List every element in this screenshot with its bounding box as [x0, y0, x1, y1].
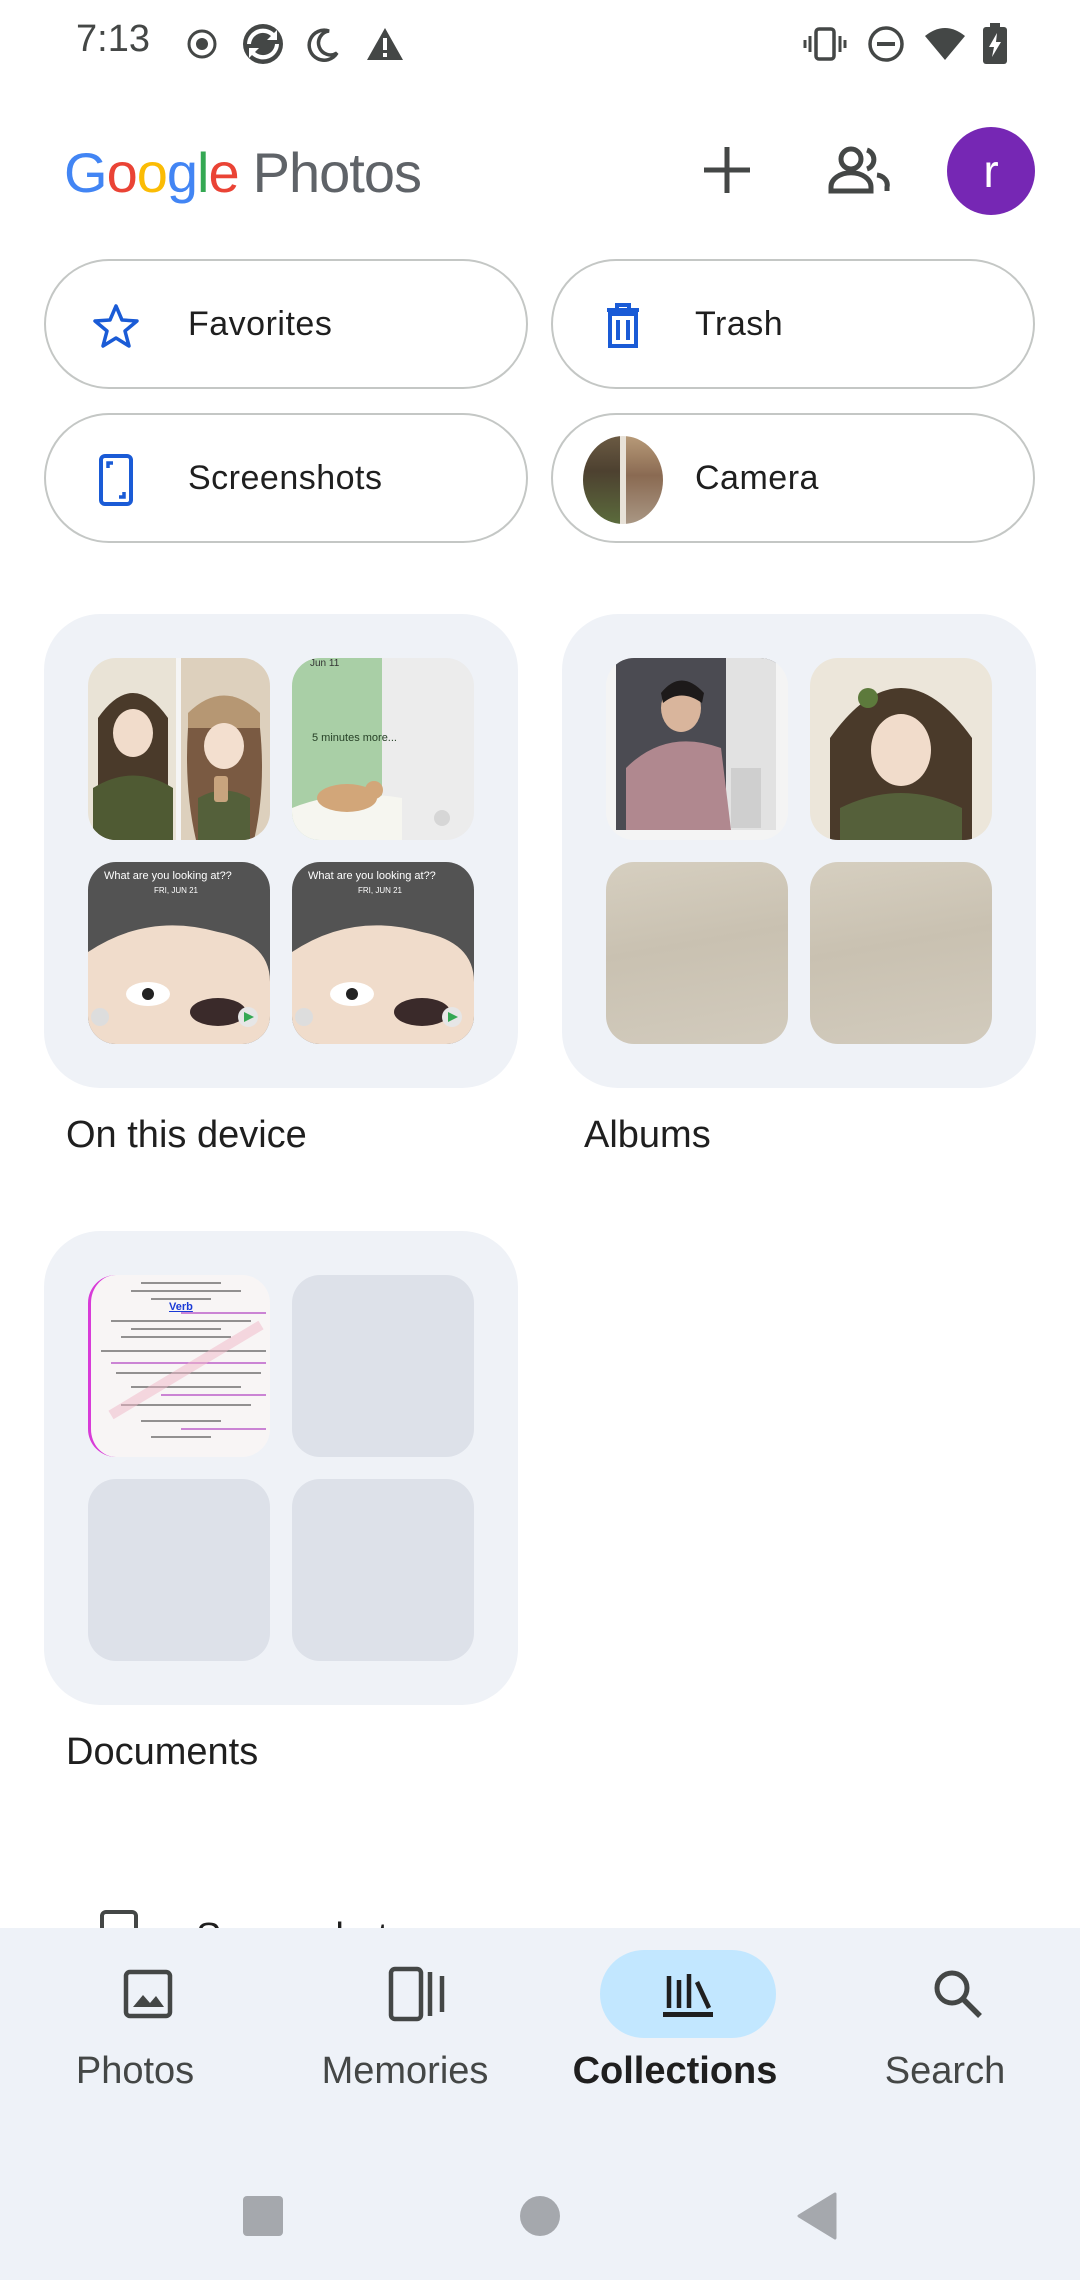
thumbnail-placeholder — [292, 1479, 474, 1661]
battery-charging-icon — [980, 22, 1010, 66]
app-header: Google Photos r — [0, 120, 1080, 220]
date-label: Jun 11 — [310, 658, 340, 669]
camera-thumbnail — [583, 436, 663, 524]
nav-memories[interactable]: Memories — [270, 1928, 540, 2118]
chip-label: Favorites — [188, 305, 333, 343]
google-photos-logo: Google Photos — [64, 140, 422, 205]
chip-label: Trash — [695, 305, 784, 343]
recents-button[interactable] — [223, 2180, 303, 2252]
memories-icon — [330, 1950, 506, 2038]
image-icon — [60, 1950, 236, 2038]
nav-label: Photos — [75, 2050, 195, 2092]
nav-search[interactable]: Search — [810, 1928, 1080, 2118]
thumbnail-anime-girl — [810, 658, 992, 840]
status-bar: 7:13 — [0, 0, 1080, 90]
logo-word: Google — [64, 141, 240, 204]
phone-screenshot-icon — [100, 1910, 138, 1928]
people-icon — [828, 146, 890, 194]
triangle-back-icon — [797, 2192, 837, 2240]
albums-card[interactable] — [562, 614, 1036, 1088]
dnd-icon — [866, 22, 906, 66]
collections-icon — [600, 1950, 776, 2038]
record-icon — [186, 22, 218, 66]
warning-icon — [364, 22, 406, 66]
vibrate-icon — [802, 22, 848, 66]
logo-product: Photos — [252, 141, 422, 204]
account-avatar[interactable]: r — [947, 127, 1035, 215]
add-button[interactable] — [682, 120, 772, 220]
document-heading: Verb — [169, 1301, 193, 1313]
screenshots-row-peek[interactable]: Screenshots — [0, 1880, 1080, 1928]
camera-chip[interactable]: Camera — [551, 413, 1035, 543]
search-icon — [870, 1950, 1046, 2038]
collection-label: Albums — [584, 1114, 711, 1156]
plus-icon — [704, 147, 750, 193]
home-button[interactable] — [500, 2180, 580, 2252]
thumbnail-fabric-2 — [810, 862, 992, 1044]
date-label: FRI, JUN 21 — [358, 886, 403, 895]
lockscreen-caption: What are you looking at?? — [308, 870, 436, 882]
sync-icon — [240, 22, 286, 66]
nav-collections[interactable]: Collections — [540, 1928, 810, 2118]
lockscreen-caption: What are you looking at?? — [104, 870, 232, 882]
circle-icon — [520, 2196, 560, 2236]
nav-label: Search — [884, 2050, 1006, 2092]
on-this-device-card[interactable]: Jun 11 5 minutes more... What are you lo… — [44, 614, 518, 1088]
status-time: 7:13 — [76, 18, 150, 60]
thumbnail-fabric-1 — [606, 862, 788, 1044]
thumbnail-lockscreen-1: What are you looking at?? FRI, JUN 21 — [88, 862, 270, 1044]
thumbnail-dog-wallpaper: Jun 11 5 minutes more... — [292, 658, 474, 840]
wallpaper-caption: 5 minutes more... — [312, 732, 397, 744]
screenshots-chip[interactable]: Screenshots — [44, 413, 528, 543]
chip-label: Screenshots — [188, 459, 383, 497]
thumbnail-lockscreen-2: What are you looking at?? FRI, JUN 21 — [292, 862, 474, 1044]
star-icon — [76, 286, 156, 366]
nav-photos[interactable]: Photos — [0, 1928, 270, 2118]
nav-label: Memories — [321, 2050, 489, 2092]
favorites-chip[interactable]: Favorites — [44, 259, 528, 389]
sharing-button[interactable] — [814, 120, 904, 220]
date-label: FRI, JUN 21 — [154, 886, 199, 895]
chip-label: Camera — [695, 459, 819, 497]
trash-chip[interactable]: Trash — [551, 259, 1035, 389]
thumbnail-document: Verb — [88, 1275, 270, 1457]
collection-label: On this device — [66, 1114, 307, 1156]
documents-card[interactable]: Verb — [44, 1231, 518, 1705]
row-label: Screenshots — [196, 1916, 407, 1928]
phone-screenshot-icon — [76, 440, 156, 520]
do-not-disturb-moon-icon — [304, 22, 344, 66]
wifi-icon — [922, 22, 968, 66]
thumbnail-placeholder — [88, 1479, 270, 1661]
thumbnail-person-photo — [606, 658, 788, 840]
square-icon — [243, 2196, 283, 2236]
nav-label: Collections — [572, 2050, 778, 2092]
thumbnail-placeholder — [292, 1275, 474, 1457]
collection-label: Documents — [66, 1731, 259, 1773]
thumbnail-anime-girls — [88, 658, 270, 840]
trash-icon — [583, 286, 663, 366]
back-button[interactable] — [777, 2180, 857, 2252]
